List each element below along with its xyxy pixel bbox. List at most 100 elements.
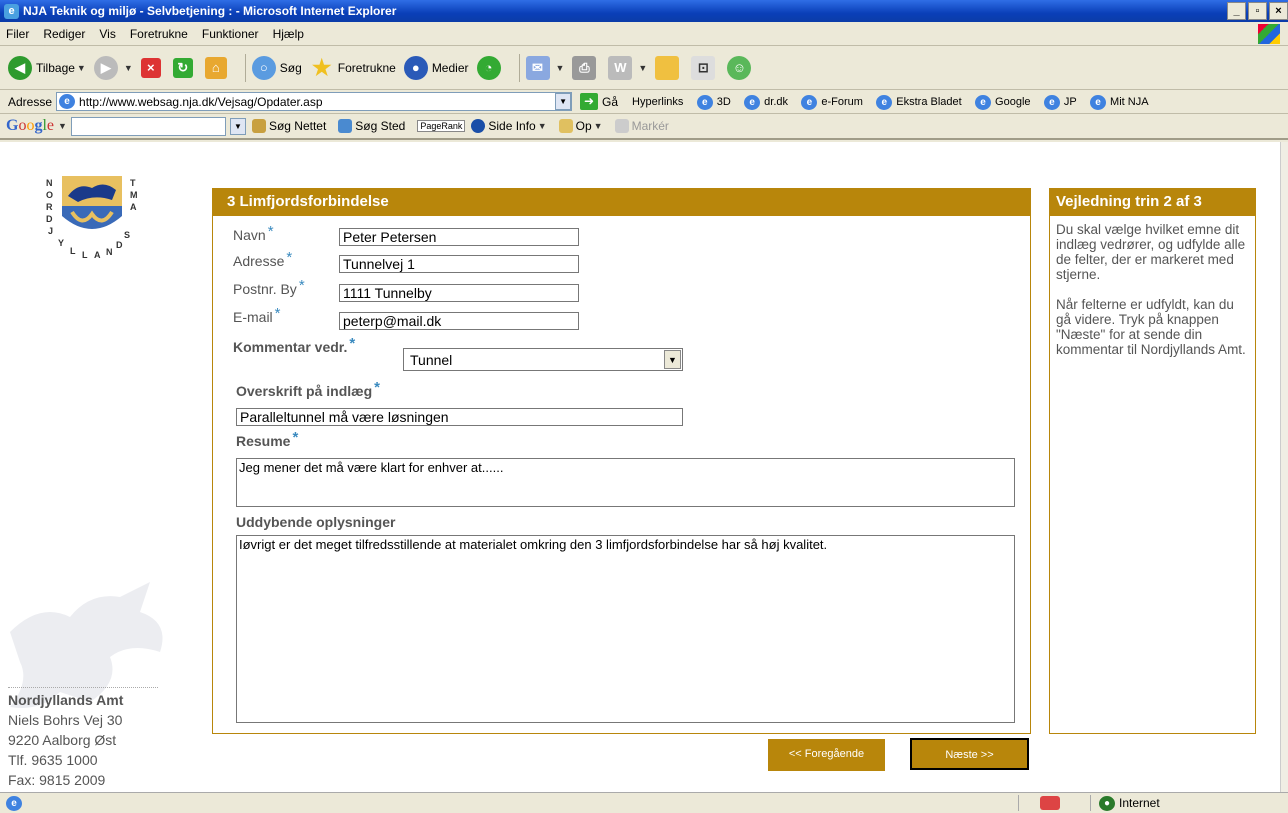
details-textarea[interactable]: Iøvrigt er det meget tilfredsstillende a… [236, 535, 1015, 723]
link-jp[interactable]: e JP [1043, 94, 1077, 110]
link-google[interactable]: e Google [975, 94, 1031, 110]
google-logo[interactable]: Google [6, 117, 54, 135]
print-button[interactable]: ⎙ [572, 55, 600, 80]
media-button[interactable]: ● Medier [403, 55, 469, 80]
link-ekstrabladet[interactable]: e Ekstra Bladet [876, 94, 962, 110]
page-status-icon: e [6, 795, 22, 811]
menu-view[interactable]: Vis [99, 27, 115, 41]
refresh-button[interactable]: ↻ [172, 57, 197, 78]
link-eforum[interactable]: e e-Forum [801, 94, 863, 110]
required-star: * [267, 223, 274, 240]
search-button[interactable]: ○ Søg [251, 55, 302, 80]
home-button[interactable]: ⌂ [204, 56, 231, 79]
menu-favorites[interactable]: Foretrukne [130, 27, 188, 41]
menu-help[interactable]: Hjælp [273, 27, 304, 41]
up-button[interactable]: Op ▼ [558, 119, 603, 133]
menu-tools[interactable]: Funktioner [202, 27, 259, 41]
nordjyllands-amt-logo: N O R D J Y L L A N D S T M A [46, 176, 138, 260]
zip-label: Postnr. By * [233, 277, 305, 297]
headline-input[interactable]: Paralleltunnel må være løsningen [236, 408, 683, 426]
history-icon: ◔ [476, 55, 501, 80]
previous-button[interactable]: << Foregående [768, 739, 885, 771]
history-button[interactable]: ◔ [476, 55, 505, 80]
stop-button[interactable]: × [140, 57, 165, 78]
highlight-button[interactable]: Markér [614, 119, 669, 133]
mail-button[interactable]: ✉ ▼ [525, 55, 564, 80]
google-search-dropdown[interactable]: ▼ [229, 117, 246, 135]
svg-text:L: L [82, 250, 88, 260]
page-info-button[interactable]: Side Info ▼ [471, 119, 547, 133]
window-titlebar: e NJA Teknik og miljø - Selvbetjening : … [0, 0, 1288, 22]
highlighter-icon [614, 119, 629, 133]
search-site-button[interactable]: Søg Sted [338, 119, 405, 133]
ie-icon: e [4, 3, 19, 19]
next-button[interactable]: Næste >> [910, 738, 1029, 770]
google-toolbar: Google ▼ ▼ Søg Nettet Søg Sted PageRank S… [0, 114, 1288, 140]
email-input[interactable]: peterp@mail.dk [339, 312, 579, 330]
star-icon: ★ [311, 54, 332, 80]
ie-page-icon: e [1043, 94, 1060, 110]
summary-textarea[interactable]: Jeg mener det må være klart for enhver a… [236, 458, 1015, 507]
address-input-field[interactable]: Tunnelvej 1 [339, 255, 579, 273]
comment-form-panel: 3 Limfjordsforbindelse Navn * Peter Peter… [212, 188, 1031, 734]
ie-page-icon: e [801, 94, 818, 110]
address-bar: Adresse e http://www.websag.nja.dk/Vejsa… [0, 90, 1288, 114]
menu-edit[interactable]: Rediger [43, 27, 85, 41]
guide-heading: Vejledning trin 2 af 3 [1050, 189, 1255, 216]
status-bar: e ● Internet [0, 792, 1288, 813]
edit-button[interactable]: W ▼ [608, 55, 647, 80]
comment-topic-select[interactable]: Tunnel ▼ [403, 348, 683, 371]
svg-text:S: S [124, 230, 130, 240]
svg-text:Y: Y [58, 238, 64, 248]
guide-paragraph-2: Når felterne er udfyldt, kan du gå vider… [1056, 297, 1246, 357]
folder-up-icon [558, 119, 573, 133]
pagerank-indicator: PageRank [417, 120, 466, 132]
zip-city-input[interactable]: 1111 Tunnelby [339, 284, 579, 302]
toolbar-separator [518, 53, 520, 82]
link-drdk[interactable]: e dr.dk [744, 94, 788, 110]
address-field-label: Adresse * [233, 249, 293, 269]
back-arrow-icon: ◀ [8, 55, 32, 80]
address-label: Adresse [8, 94, 53, 109]
vertical-scrollbar[interactable] [1280, 142, 1288, 792]
menu-file[interactable]: Filer [6, 27, 29, 41]
security-zone: ● Internet [1090, 795, 1160, 811]
privacy-icon[interactable] [1040, 796, 1060, 810]
google-search-input[interactable] [70, 116, 226, 136]
required-star: * [298, 277, 305, 294]
forward-arrow-icon: ▶ [93, 55, 118, 80]
messenger-icon: ☺ [727, 55, 752, 80]
back-button[interactable]: ◀ Tilbage ▼ [8, 55, 86, 80]
address-dropdown[interactable]: ▼ [555, 93, 572, 110]
svg-text:J: J [48, 226, 53, 236]
link-mitnja[interactable]: e Mit NJA [1090, 94, 1149, 110]
menu-bar: Filer Rediger Vis Foretrukne Funktioner … [0, 22, 1288, 46]
forward-button[interactable]: ▶ ▼ [93, 55, 133, 80]
svg-text:L: L [70, 246, 76, 256]
standard-toolbar: ◀ Tilbage ▼ ▶ ▼ × ↻ ⌂ ○ Søg ★ Foretrukne ●… [0, 46, 1288, 90]
folder-button[interactable] [655, 55, 683, 80]
chevron-down-icon[interactable]: ▼ [664, 350, 681, 369]
address-url: http://www.websag.nja.dk/Vejsag/Opdater.… [79, 94, 323, 109]
binoculars-icon [251, 119, 266, 133]
name-label: Navn * [233, 223, 274, 243]
restore-button[interactable]: ▫ [1248, 2, 1267, 20]
research-button[interactable]: ⊡ [691, 55, 719, 80]
svg-text:A: A [130, 202, 137, 212]
go-button[interactable]: ➜ Gå [580, 93, 618, 110]
page-content: N O R D J Y L L A N D S T M A Nordjyllan… [0, 142, 1280, 792]
favorites-button[interactable]: ★ Foretrukne [310, 54, 396, 80]
search-web-button[interactable]: Søg Nettet [251, 119, 326, 133]
windows-logo-icon [1258, 24, 1280, 44]
svg-text:T: T [130, 178, 136, 188]
form-heading: 3 Limfjordsforbindelse [213, 189, 1030, 216]
summary-label: Resume * [236, 429, 299, 449]
guide-text: Du skal vælge hvilket emne dit indlæg ve… [1050, 216, 1255, 378]
close-button[interactable]: × [1269, 2, 1288, 20]
messenger-button[interactable]: ☺ [727, 55, 755, 80]
address-input[interactable]: e http://www.websag.nja.dk/Vejsag/Opdate… [56, 92, 573, 111]
minimize-button[interactable]: _ [1227, 2, 1246, 20]
name-input[interactable]: Peter Petersen [339, 228, 579, 246]
link-3d[interactable]: e 3D [696, 94, 731, 110]
guide-paragraph-1: Du skal vælge hvilket emne dit indlæg ve… [1056, 222, 1246, 282]
